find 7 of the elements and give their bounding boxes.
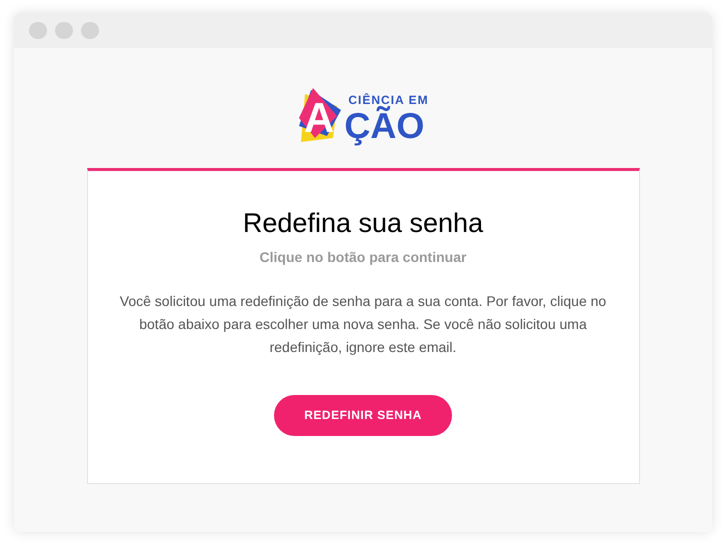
logo-mark: A — [297, 86, 344, 144]
message-text: Você solicitou uma redefinição de senha para a sua conta. Por favor, clique no botão abaixo para escolher uma nova senha. Se você não solicitou uma redefinição, ignore este email. — [118, 292, 608, 357]
reset-password-button[interactable]: REDEFINIR SENHA — [274, 394, 452, 436]
logo-wordmark: ÇÃO — [344, 108, 426, 144]
card-title: Redefina sua senha — [242, 207, 484, 240]
card-subtitle: Clique no botão para continuar — [260, 248, 466, 267]
logo-tagline: CIÊNCIA EM — [348, 94, 429, 106]
